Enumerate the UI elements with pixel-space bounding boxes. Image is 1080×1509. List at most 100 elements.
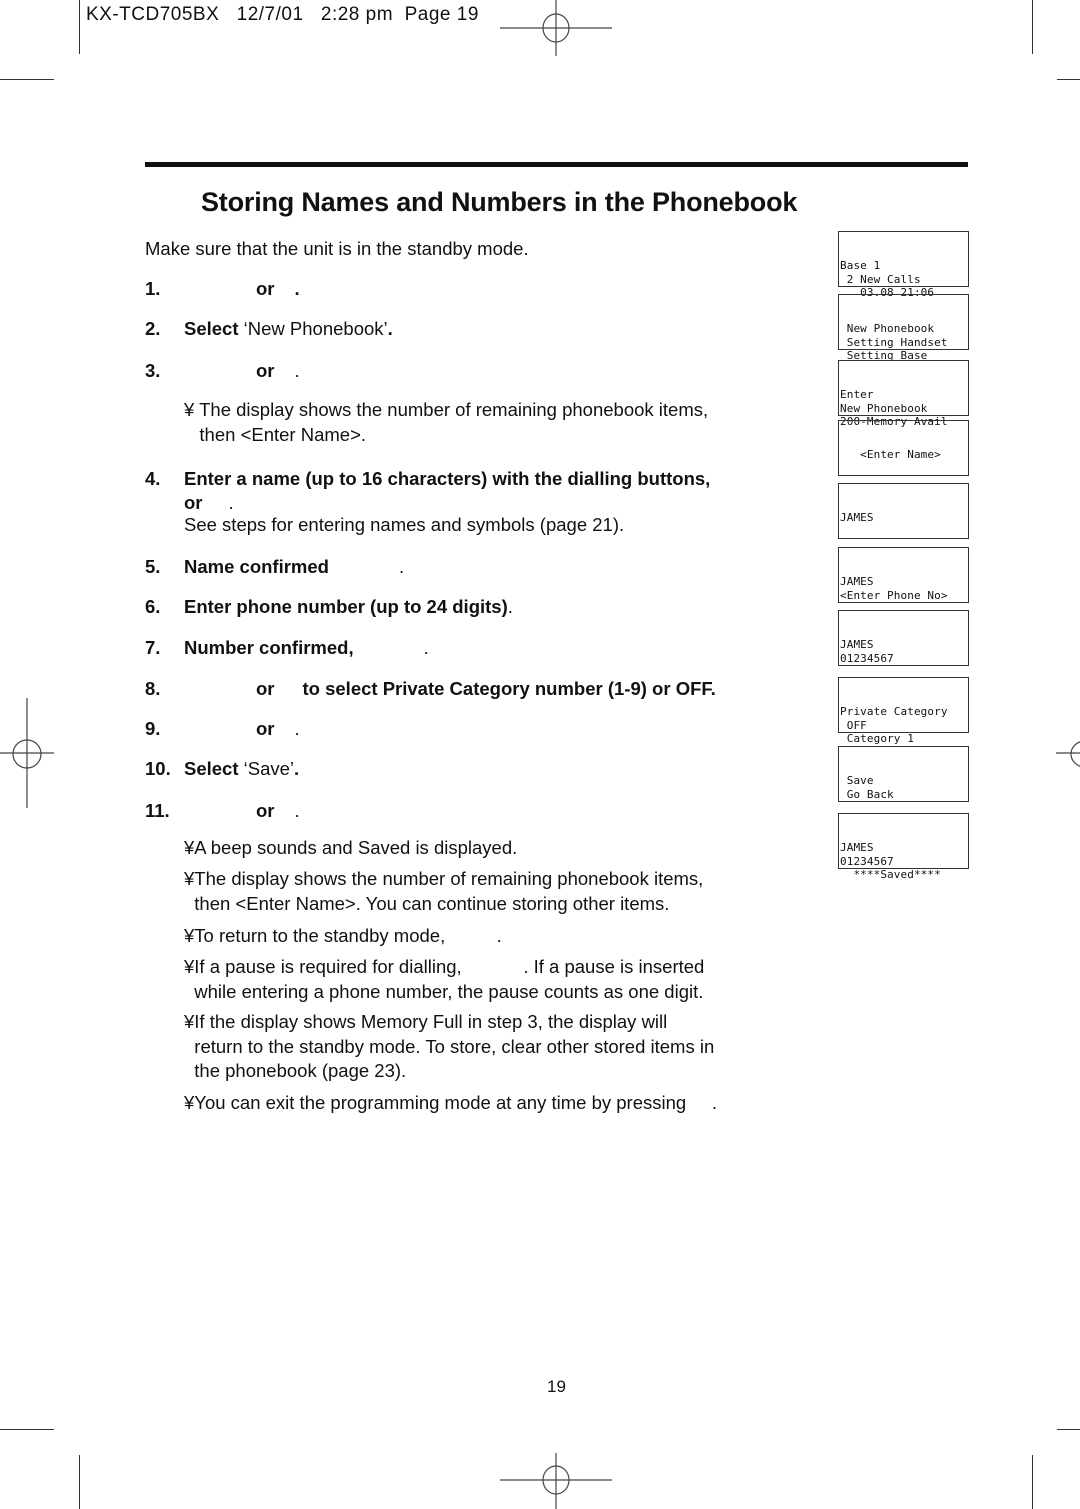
step-tail: . (507, 596, 513, 617)
final-note: ¥You can exit the programming mode at an… (184, 1091, 717, 1116)
step-text: or (256, 678, 275, 699)
lcd-display: Private Category OFF Category 1 (838, 677, 969, 745)
bullet: ¥ (184, 925, 195, 946)
step-6: 6. Enter phone number (up to 24 digits). (145, 596, 513, 618)
step-tail: . (228, 492, 234, 513)
step-4-note: See steps for entering names and symbols… (184, 513, 624, 538)
page-title: Storing Names and Numbers in the Phonebo… (201, 187, 798, 217)
step-text: Select (184, 758, 244, 779)
crop-mark (1032, 0, 1033, 54)
step-number: 1. (145, 278, 161, 299)
final-note: ¥If the display shows Memory Full in ste… (184, 1010, 714, 1084)
note-line: If the display shows Memory Full in step… (194, 1011, 668, 1032)
note-line: A beep sounds and Saved is displayed. (194, 837, 518, 858)
lcd-display: New Phonebook Setting Handset Setting Ba… (838, 294, 969, 362)
intro-text: Make sure that the unit is in the standb… (145, 238, 529, 259)
registration-mark-bottom (500, 1453, 612, 1509)
lcd-line: <Enter Phone No> (840, 588, 948, 602)
bullet: ¥ (184, 1092, 195, 1113)
step-text: Select (184, 318, 244, 339)
step-number: 11. (145, 800, 170, 821)
registration-mark-top (500, 0, 612, 56)
lcd-line: 01234567 (840, 854, 894, 868)
note-line: See steps for entering names and symbols… (184, 514, 625, 535)
step-2: 2. Select ‘New Phonebook’. (145, 318, 393, 340)
step-tail: . (294, 718, 300, 739)
step-tail: . (387, 318, 393, 339)
crop-mark (1032, 1455, 1033, 1509)
step-number: 6. (145, 596, 161, 617)
lcd-line: JAMES (840, 511, 874, 524)
step-3: 3. or. (145, 360, 300, 382)
step-1: 1. or. (145, 278, 300, 300)
registration-mark-left (0, 698, 54, 808)
bullet: ¥ (184, 399, 195, 420)
crop-mark (79, 1455, 80, 1509)
lcd-line: Save (840, 774, 874, 787)
step-11: 11. or. (145, 800, 300, 822)
lcd-line: Base 1 (840, 259, 881, 272)
lcd-line: JAMES (840, 841, 874, 854)
note-line: If a pause is required for dialling, . I… (194, 956, 705, 977)
note-line: To return to the standby mode, . (194, 925, 502, 946)
step-5: 5. Name confirmed. (145, 556, 404, 578)
step-number: 2. (145, 318, 161, 339)
title-rule (145, 162, 968, 167)
step-number: 3. (145, 360, 161, 381)
lcd-display: <Enter Name> (838, 420, 969, 476)
lcd-display: JAMES (838, 483, 969, 539)
lcd-line: JAMES (840, 638, 874, 651)
crop-mark (1057, 1429, 1080, 1430)
lcd-line: Enter (840, 388, 874, 401)
lcd-line: ****Saved**** (840, 868, 941, 881)
note-line: The display shows the number of remainin… (194, 868, 704, 889)
print-page-label: Page 19 (404, 4, 479, 25)
note-line: You can exit the programming mode at any… (194, 1092, 718, 1113)
print-slug: KX-TCD705BX 12/7/01 2:28 pm Page 19 (86, 4, 479, 26)
step-text: or (256, 800, 275, 821)
step-text: or (256, 278, 275, 299)
step-9: 9. or. (145, 718, 300, 740)
lcd-line: <Enter Name> (840, 448, 941, 461)
step-number: 5. (145, 556, 161, 577)
lcd-line: 2 New Calls (840, 272, 921, 286)
lcd-display: JAMES <Enter Phone No> (838, 547, 969, 603)
crop-mark (1057, 79, 1080, 80)
crop-mark (0, 79, 54, 80)
lcd-line: Category 1 (840, 732, 914, 745)
print-time: 2:28 pm (320, 4, 394, 25)
lcd-display: JAMES 01234567 (838, 610, 969, 666)
final-note: ¥A beep sounds and Saved is displayed. (184, 836, 517, 861)
step-8: 8. or to select Private Category number (1… (145, 678, 716, 700)
lcd-display: Save Go Back (838, 746, 969, 802)
step-4: 4. Enter a name (up to 16 characters) wit… (145, 467, 710, 515)
note-line: then <Enter Name>. You can continue stor… (194, 892, 670, 914)
step-7: 7. Number confirmed,. (145, 637, 429, 659)
step-number: 9. (145, 718, 161, 739)
lcd-line: OFF (840, 718, 867, 732)
step-tail: . (423, 637, 429, 658)
note-line: The display shows the number of remainin… (199, 399, 709, 420)
menu-item-reference: ‘New Phonebook’ (243, 318, 388, 339)
lcd-line: 01234567 (840, 651, 894, 665)
step-text: or (256, 360, 275, 381)
step-number: 10. (145, 758, 171, 779)
crop-mark (79, 0, 80, 54)
lcd-line: JAMES (840, 575, 874, 588)
step-text: Number confirmed, (184, 637, 354, 658)
lcd-line: New Phonebook (840, 401, 928, 415)
step-3-note: ¥ The display shows the number of remain… (184, 398, 708, 447)
step-10: 10. Select ‘Save’. (145, 758, 299, 780)
lcd-display: Base 1 2 New Calls 03.08 21:06 (838, 231, 969, 299)
step-tail: . (398, 556, 405, 577)
bullet: ¥ (184, 837, 195, 858)
bullet: ¥ (184, 956, 195, 977)
note-line: then <Enter Name>. (199, 423, 367, 445)
lcd-line: Go Back (840, 787, 894, 801)
registration-mark-right (1056, 741, 1080, 767)
step-tail: . (294, 360, 300, 381)
bullet: ¥ (184, 868, 195, 889)
step-number: 4. (145, 468, 161, 489)
step-number: 8. (145, 678, 161, 699)
step-text: to select Private Category number (1-9) … (302, 678, 716, 699)
